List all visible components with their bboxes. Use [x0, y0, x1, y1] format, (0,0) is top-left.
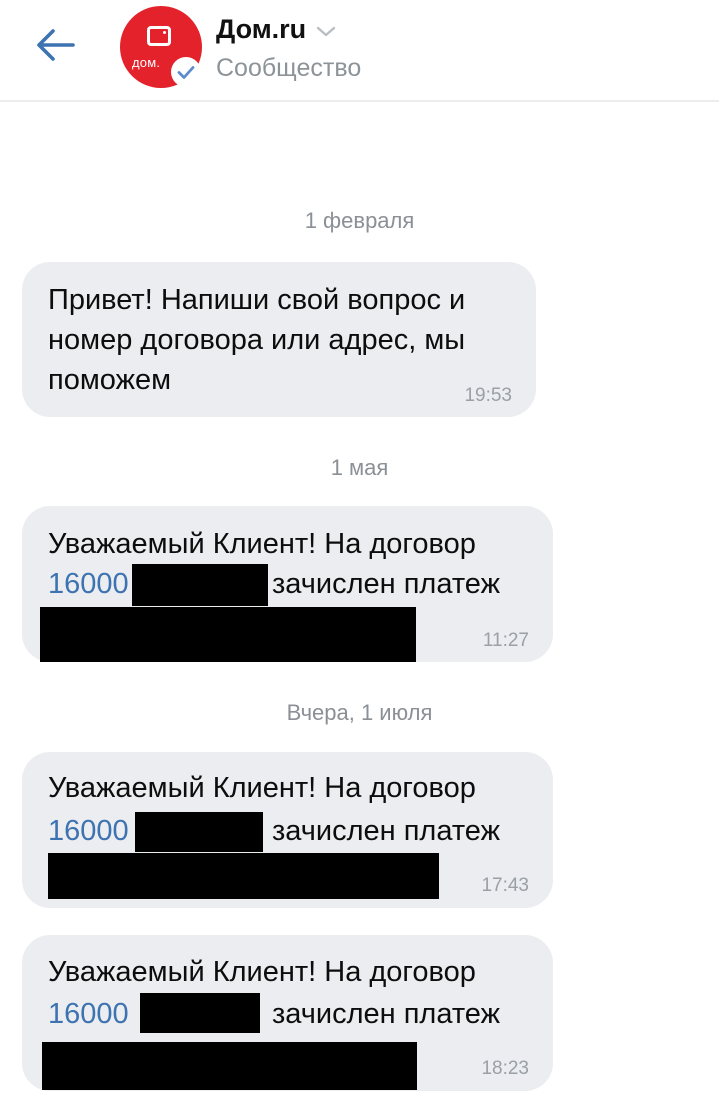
- back-button[interactable]: [32, 22, 78, 68]
- message-text-line: Привет! Напиши свой вопрос и: [48, 284, 466, 316]
- redaction-block: [42, 1042, 417, 1090]
- redaction-block: [132, 564, 268, 606]
- redaction-block: [135, 812, 263, 852]
- message-text-line: 16000: [48, 997, 129, 1031]
- community-title: Дом.ru: [216, 14, 307, 44]
- chevron-down-icon: [316, 26, 336, 36]
- redaction-block: [40, 607, 416, 662]
- date-separator: Вчера, 1 июля: [286, 700, 433, 725]
- message-text-line: Уважаемый Клиент! На договор: [48, 956, 476, 988]
- contract-number-link[interactable]: 16000: [48, 998, 129, 1030]
- message-text-line: Уважаемый Клиент! На договор: [48, 528, 476, 560]
- community-title-row[interactable]: Дом.ru: [216, 14, 336, 45]
- community-subtitle: Сообщество: [216, 54, 362, 82]
- message-time: 19:53: [464, 385, 512, 406]
- message-text-line: зачислен платеж: [272, 568, 500, 600]
- message-text-line: поможем: [48, 364, 172, 396]
- message-text-line: Уважаемый Клиент! На договор: [48, 772, 476, 804]
- arrow-left-icon: [37, 29, 75, 61]
- redaction-block: [140, 993, 260, 1033]
- message-text-line: 16000: [48, 814, 129, 848]
- message-time: 11:27: [482, 630, 529, 651]
- message-time: 17:43: [481, 875, 529, 896]
- contract-number-link[interactable]: 16000: [48, 815, 129, 847]
- chat-header: дом. Дом.ru Сообщество: [0, 0, 719, 102]
- message-text-line: зачислен платеж: [272, 815, 500, 847]
- message-bubble[interactable]: Уважаемый Клиент! На договор 16000 зачис…: [22, 506, 553, 662]
- message-bubble[interactable]: Уважаемый Клиент! На договор 16000 зачис…: [22, 935, 553, 1091]
- message-bubble[interactable]: Уважаемый Клиент! На договор 16000 зачис…: [22, 752, 553, 908]
- message-text-line: номер договора или адрес, мы: [48, 324, 466, 356]
- message-bubble[interactable]: Привет! Напиши свой вопрос и номер догов…: [22, 262, 536, 417]
- contract-number-link[interactable]: 16000: [48, 568, 129, 600]
- tv-icon: [147, 26, 171, 46]
- check-badge-icon: [171, 57, 201, 87]
- date-separator: 1 февраля: [304, 208, 415, 233]
- message-text-line: зачислен платеж: [272, 998, 500, 1030]
- message-text-line: 16000: [48, 567, 129, 601]
- avatar-brand-text: дом.: [132, 55, 161, 70]
- redaction-block: [48, 853, 439, 899]
- message-time: 18:23: [481, 1058, 529, 1079]
- date-separator: 1 мая: [330, 455, 389, 480]
